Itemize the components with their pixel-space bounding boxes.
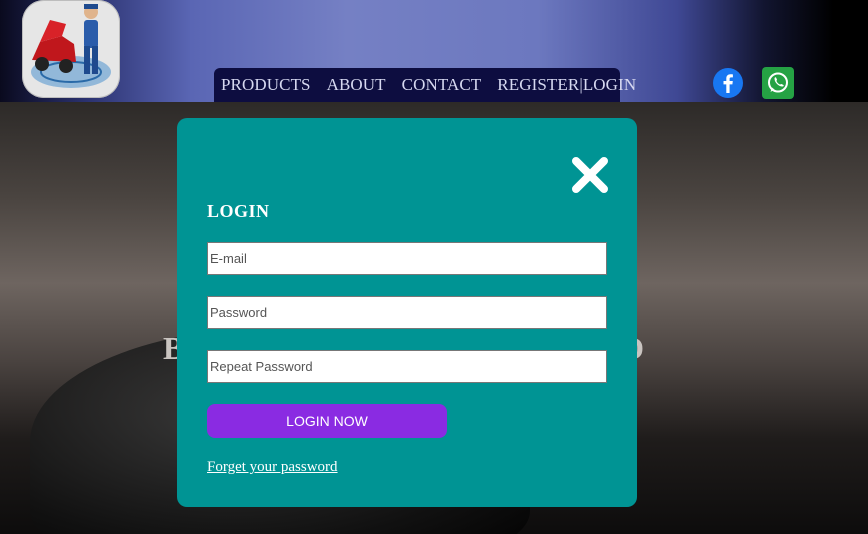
site-logo[interactable] [22, 0, 120, 98]
password-field[interactable] [207, 296, 607, 329]
whatsapp-icon[interactable] [762, 67, 794, 99]
facebook-icon[interactable] [712, 67, 744, 99]
mechanic-car-logo-icon [31, 4, 111, 88]
site-header: PRODUCTS ABOUT CONTACT REGISTER|LOGIN [0, 0, 868, 102]
modal-title: LOGIN [207, 201, 270, 221]
nav-item-contact[interactable]: CONTACT [402, 75, 482, 95]
login-modal: LOGIN LOGIN NOW Forget your password [177, 118, 637, 507]
nav-item-register-login[interactable]: REGISTER|LOGIN [497, 75, 636, 95]
close-icon[interactable] [571, 156, 609, 194]
repeat-password-field[interactable] [207, 350, 607, 383]
email-field[interactable] [207, 242, 607, 275]
nav-item-products[interactable]: PRODUCTS [221, 75, 311, 95]
main-nav: PRODUCTS ABOUT CONTACT REGISTER|LOGIN [214, 68, 636, 102]
forgot-password-link[interactable]: Forget your password [207, 459, 338, 476]
nav-item-about[interactable]: ABOUT [327, 75, 386, 95]
login-now-button[interactable]: LOGIN NOW [207, 404, 447, 438]
